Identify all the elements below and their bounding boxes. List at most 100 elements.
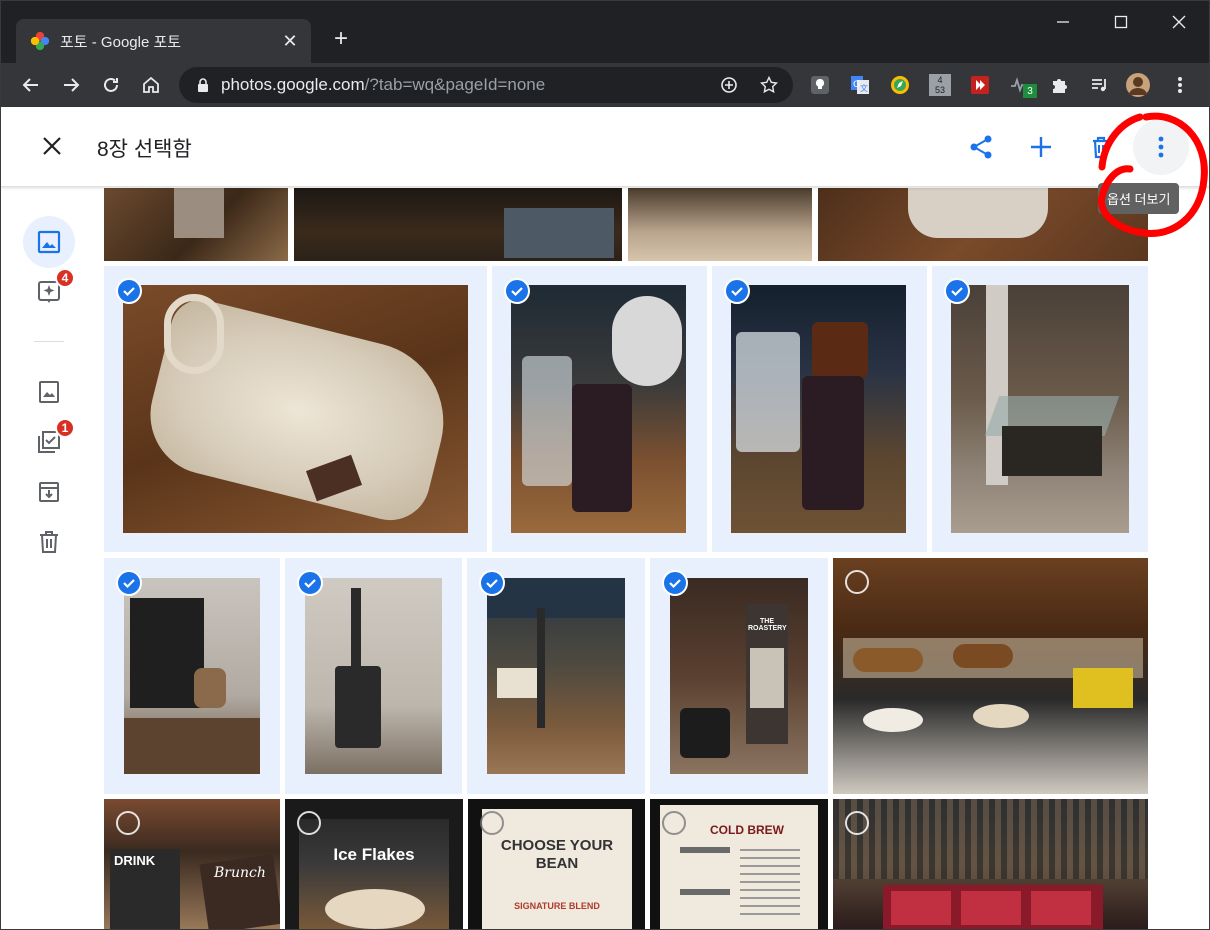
select-circle-icon[interactable] [116,811,140,835]
selected-check-icon[interactable] [116,278,142,304]
sidebar-item-utilities[interactable]: 1 [23,416,75,468]
trash-icon [1093,136,1109,159]
ext-lightbulb-icon[interactable] [807,72,833,98]
plus-icon [1031,137,1051,157]
photo-tile[interactable] [285,558,462,794]
photo-tile[interactable] [294,188,622,261]
delete-button[interactable] [1079,125,1123,169]
url-host: photos.google.com [221,75,365,94]
close-selection-icon[interactable] [37,131,67,161]
browser-toolbar: photos.google.com/?tab=wq&pageId=none G文… [1,63,1209,107]
photo-tile[interactable] [932,266,1148,552]
more-vert-icon [1158,136,1164,158]
select-circle-icon[interactable] [480,811,504,835]
selected-check-icon[interactable] [662,570,688,596]
brunch-sign-text: Brunch [214,865,266,881]
signature-blend-text: SIGNATURE BLEND [514,901,600,911]
address-bar[interactable]: photos.google.com/?tab=wq&pageId=none [179,67,793,103]
profile-avatar[interactable] [1125,72,1151,98]
home-icon[interactable] [137,71,165,99]
minimize-icon[interactable] [1043,9,1083,35]
left-sidebar: 4 1 [1,188,97,929]
selected-check-icon[interactable] [116,570,142,596]
back-icon[interactable] [17,71,45,99]
photo-icon [37,230,61,254]
ext-pulse-icon[interactable]: 3 [1007,72,1037,98]
tab-strip: 포토 - Google 포토 ✕ + [1,1,1209,63]
new-tab-icon[interactable]: + [327,25,355,53]
ext-compass-icon[interactable] [887,72,913,98]
photo-grid: THE ROASTERY DRINK Brunch Ice Flakes CHO… [104,188,1148,929]
selected-check-icon[interactable] [504,278,530,304]
url-path: /?tab=wq&pageId=none [364,75,546,94]
photo-tile[interactable] [104,558,280,794]
maximize-icon[interactable] [1101,9,1141,35]
svg-text:G: G [853,80,860,90]
tab-close-icon[interactable]: ✕ [279,30,301,52]
photo-tile[interactable] [104,266,487,552]
ext-counter-icon[interactable]: 4 53 [927,72,953,98]
add-to-button[interactable] [1019,125,1063,169]
selected-check-icon[interactable] [479,570,505,596]
select-circle-icon[interactable] [845,570,869,594]
sidebar-item-albums[interactable] [23,366,75,418]
photo-tile[interactable]: DRINK Brunch [104,799,280,929]
lock-icon [198,78,208,92]
tab-title: 포토 - Google 포토 [60,33,182,51]
roastery-banner-text: THE ROASTERY [748,618,787,632]
cold-brew-sign-text: COLD BREW [710,823,784,837]
sidebar-item-assistant[interactable]: 4 [23,266,75,318]
drink-sign-text: DRINK [114,853,156,868]
select-circle-icon[interactable] [662,811,686,835]
reload-icon[interactable] [97,71,125,99]
select-circle-icon[interactable] [297,811,321,835]
photo-tile[interactable] [833,799,1148,929]
utilities-badge: 1 [55,418,75,438]
sidebar-item-archive[interactable] [23,466,75,518]
share-icon [970,135,992,159]
selected-check-icon[interactable] [724,278,750,304]
photo-tile[interactable]: CHOOSE YOUR BEAN SIGNATURE BLEND [468,799,645,929]
photo-tile[interactable]: THE ROASTERY [650,558,828,794]
counter-text: 4 53 [929,74,951,96]
forward-icon[interactable] [57,71,85,99]
photo-tile[interactable] [833,558,1148,794]
bookmark-star-icon[interactable] [759,75,779,95]
sidebar-item-photos[interactable] [23,216,75,268]
browser-tab[interactable]: 포토 - Google 포토 ✕ [16,19,311,63]
sidebar-divider [34,341,64,342]
more-options-button[interactable] [1133,119,1189,175]
selected-check-icon[interactable] [297,570,323,596]
photo-tile[interactable] [628,188,812,261]
photo-tile[interactable] [712,266,927,552]
photo-tile[interactable] [492,266,707,552]
window-close-icon[interactable] [1159,9,1199,35]
photo-tile[interactable] [104,188,288,261]
extensions-puzzle-icon[interactable] [1047,72,1073,98]
share-button[interactable] [959,125,1003,169]
browser-window: 포토 - Google 포토 ✕ + photos.google.com /?t… [0,0,1210,930]
browser-menu-icon[interactable] [1167,72,1193,98]
ice-flakes-sign-text: Ice Flakes [333,845,415,864]
archive-icon [39,482,59,502]
selection-count-title: 8장 선택함 [97,138,192,161]
add-location-icon[interactable] [719,75,739,95]
sidebar-item-trash[interactable] [23,516,75,568]
photo-tile[interactable]: Ice Flakes [285,799,463,929]
media-queue-icon[interactable] [1087,72,1113,98]
choose-your-bean-text: CHOOSE YOUR BEAN [500,837,614,872]
more-options-tooltip: 옵션 더보기 [1098,183,1180,214]
svg-text:文: 文 [860,83,868,93]
google-photos-favicon-icon [30,31,50,51]
selected-check-icon[interactable] [944,278,970,304]
ext-translate-icon[interactable]: G文 [847,72,873,98]
assistant-badge: 4 [55,268,75,288]
album-icon [39,381,59,403]
ext-badge-count: 3 [1023,84,1037,98]
select-circle-icon[interactable] [845,811,869,835]
photo-tile[interactable] [467,558,645,794]
trash-icon [40,531,58,553]
ext-red-play-icon[interactable] [967,72,993,98]
selection-app-bar: 8장 선택함 [1,107,1209,187]
photo-tile[interactable]: COLD BREW [650,799,828,929]
